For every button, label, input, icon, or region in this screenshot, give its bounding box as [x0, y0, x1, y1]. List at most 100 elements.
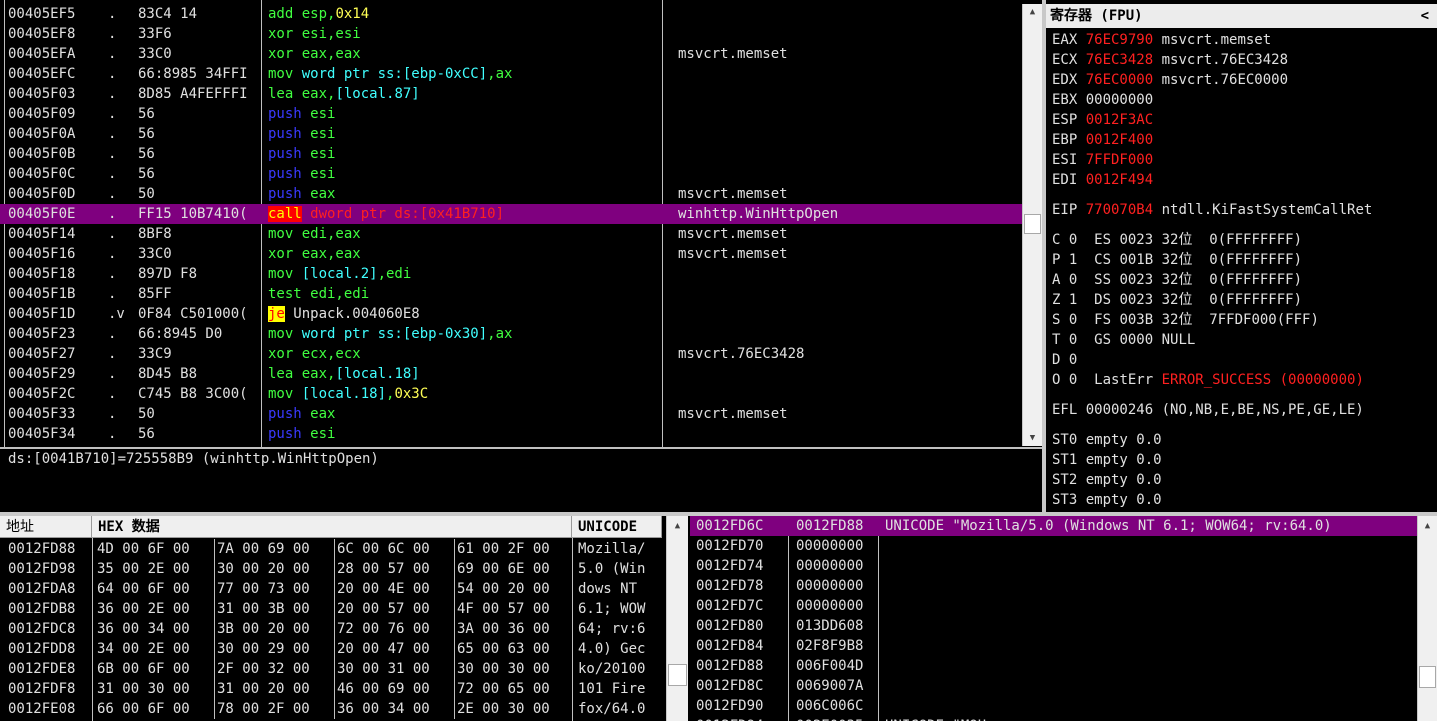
- dump-header-hex[interactable]: HEX 数据: [92, 516, 572, 538]
- disasm-row[interactable]: 00405F33. 50 push eax msvcrt.memset: [0, 404, 1022, 424]
- efl-value[interactable]: EFL 00000246 (NO,NB,E,BE,NS,PE,GE,LE): [1052, 402, 1364, 418]
- flag[interactable]: S 0: [1052, 312, 1077, 328]
- stack-row[interactable]: 0012FD90 006C006C: [690, 696, 1417, 716]
- registers-title: 寄存器 (FPU): [1050, 8, 1143, 24]
- disasm-row[interactable]: 00405EF8. 33F6 xor esi,esi: [0, 24, 1022, 44]
- flag[interactable]: Z 1: [1052, 292, 1077, 308]
- disasm-marker: .: [108, 406, 117, 422]
- register-value[interactable]: 0012F3AC: [1086, 112, 1153, 128]
- scroll-up-arrow-icon[interactable]: ▲: [1023, 4, 1042, 20]
- disasm-row[interactable]: 00405F03. 8D85 A4FEFFFI lea eax,[local.87]: [0, 84, 1022, 104]
- disasm-address: 00405F0A: [8, 126, 76, 142]
- scroll-thumb[interactable]: [1024, 214, 1041, 234]
- dump-row[interactable]: 0012FDF8 31 00 30 00 31 00 20 00 46 00 69 0…: [0, 679, 666, 699]
- stack-row[interactable]: 0012FD80 013DD608: [690, 616, 1417, 636]
- disasm-instruction: xor esi,esi: [268, 24, 361, 44]
- dump-scrollbar[interactable]: ▲: [666, 516, 688, 721]
- dump-row[interactable]: 0012FDA8 64 00 6F 00 77 00 73 00 20 00 4E 0…: [0, 579, 666, 599]
- disasm-row[interactable]: 00405F0E. FF15 10B7410(call dword ptr ds:…: [0, 204, 1022, 224]
- registers-header[interactable]: 寄存器 (FPU) <: [1046, 4, 1437, 28]
- dump-row[interactable]: 0012FE08 66 00 6F 00 78 00 2F 00 36 00 34 0…: [0, 699, 666, 719]
- fpu-register[interactable]: ST0 empty 0.0: [1052, 432, 1162, 448]
- disasm-row[interactable]: 00405F1B. 85FF test edi,edi: [0, 284, 1022, 304]
- stack-row[interactable]: 0012FD8C 0069007A: [690, 676, 1417, 696]
- register-value[interactable]: 00000000: [1086, 92, 1153, 108]
- scroll-down-arrow-icon[interactable]: ▼: [1023, 430, 1042, 446]
- dump-row[interactable]: 0012FD98 35 00 2E 00 30 00 20 00 28 00 57 0…: [0, 559, 666, 579]
- stack-row[interactable]: 0012FD78 00000000: [690, 576, 1417, 596]
- stack-row[interactable]: 0012FD6C 0012FD88 UNICODE "Mozilla/5.0 (Wi…: [690, 516, 1417, 536]
- hex-divider: [334, 579, 335, 599]
- register-value[interactable]: 7FFDF000: [1086, 152, 1153, 168]
- register-value[interactable]: 0012F400: [1086, 132, 1153, 148]
- disassembly-pane[interactable]: 00405EF5. 83C4 14 add esp,0x14 00405EF8. 33F…: [0, 0, 1042, 448]
- instruction-token: push: [268, 406, 311, 422]
- dump-row[interactable]: 0012FD88 4D 00 6F 00 7A 00 69 00 6C 00 6C 0…: [0, 539, 666, 559]
- scroll-up-arrow-icon[interactable]: ▲: [667, 518, 688, 534]
- register-value[interactable]: 76EC9790: [1086, 32, 1153, 48]
- scroll-thumb[interactable]: [1419, 666, 1436, 688]
- stack-row[interactable]: 0012FD74 00000000: [690, 556, 1417, 576]
- register-value[interactable]: 0012F494: [1086, 172, 1153, 188]
- stack-row[interactable]: 0012FD7C 00000000: [690, 596, 1417, 616]
- stack-row[interactable]: 0012FD94 002E0035 UNICODE "MOU: [690, 716, 1417, 721]
- disasm-row[interactable]: 00405F29. 8D45 B8 lea eax,[local.18]: [0, 364, 1022, 384]
- collapse-icon[interactable]: <: [1421, 4, 1429, 28]
- instruction-token: mov edi,eax: [268, 226, 361, 242]
- disasm-row[interactable]: 00405F0A. 56 push esi: [0, 124, 1022, 144]
- dump-row[interactable]: 0012FDC8 36 00 34 00 3B 00 20 00 72 00 76 0…: [0, 619, 666, 639]
- disasm-row[interactable]: 00405EFA. 33C0 xor eax,eax msvcrt.memset: [0, 44, 1022, 64]
- flag[interactable]: P 1: [1052, 252, 1077, 268]
- stack-row[interactable]: 0012FD70 00000000: [690, 536, 1417, 556]
- stack-scrollbar[interactable]: ▲: [1417, 516, 1437, 721]
- flag[interactable]: D 0: [1052, 352, 1077, 368]
- registers-pane[interactable]: 寄存器 (FPU) < EAX 76EC9790 msvcrt.memset EC…: [1046, 4, 1437, 512]
- disasm-address: 00405F0D: [8, 186, 76, 202]
- info-pane[interactable]: ds:[0041B710]=725558B9 (winhttp.WinHttpO…: [0, 449, 1042, 512]
- dump-row[interactable]: 0012FDB8 36 00 2E 00 31 00 3B 00 20 00 57 0…: [0, 599, 666, 619]
- register-value[interactable]: 76EC0000: [1086, 72, 1153, 88]
- hex-divider: [334, 619, 335, 639]
- stack-value: 0012FD88: [796, 518, 864, 534]
- dump-hex-group: 30 00 20 00: [217, 561, 310, 577]
- dump-header-text[interactable]: UNICODE: [572, 516, 662, 538]
- disasm-row[interactable]: 00405EFC. 66:8985 34FFI mov word ptr ss:[e…: [0, 64, 1022, 84]
- dump-row[interactable]: 0012FDD8 34 00 2E 00 30 00 29 00 20 00 47 0…: [0, 639, 666, 659]
- stack-pane[interactable]: 0012FD6C 0012FD88 UNICODE "Mozilla/5.0 (Wi…: [690, 516, 1437, 721]
- register-value[interactable]: 76EC3428: [1086, 52, 1153, 68]
- stack-row[interactable]: 0012FD84 02F8F9B8: [690, 636, 1417, 656]
- scroll-up-arrow-icon[interactable]: ▲: [1418, 518, 1437, 534]
- disasm-row[interactable]: 00405F18. 897D F8 mov [local.2],edi: [0, 264, 1022, 284]
- disasm-row[interactable]: 00405F09. 56 push esi: [0, 104, 1022, 124]
- disasm-row[interactable]: 00405F27. 33C9 xor ecx,ecx msvcrt.76EC3428: [0, 344, 1022, 364]
- dump-hex-group: 72 00 65 00: [457, 681, 550, 697]
- dump-header-address[interactable]: 地址: [0, 516, 92, 538]
- disasm-row[interactable]: 00405F0B. 56 push esi: [0, 144, 1022, 164]
- dump-text: dows NT: [578, 581, 646, 597]
- disasm-row[interactable]: 00405F34. 56 push esi: [0, 424, 1022, 444]
- disasm-comment: msvcrt.memset: [678, 186, 788, 202]
- disasm-row[interactable]: 00405F2C. C745 B8 3C00(mov [local.18],0x3…: [0, 384, 1022, 404]
- register-value[interactable]: 770070B4: [1086, 202, 1153, 218]
- flag[interactable]: A 0: [1052, 272, 1077, 288]
- fpu-register[interactable]: ST3 empty 0.0: [1052, 492, 1162, 508]
- disasm-row[interactable]: 00405F0D. 50 push eax msvcrt.memset: [0, 184, 1022, 204]
- stack-row[interactable]: 0012FD88 006F004D: [690, 656, 1417, 676]
- disasm-row[interactable]: 00405F1D .v 0F84 C501000(je Unpack.004060E…: [0, 304, 1022, 324]
- disasm-row[interactable]: 00405F0C. 56 push esi: [0, 164, 1022, 184]
- scroll-thumb[interactable]: [668, 664, 687, 686]
- disassembly-scrollbar[interactable]: ▲ ▼: [1022, 4, 1042, 446]
- dump-hex-group: 31 00 3B 00: [217, 601, 310, 617]
- instruction-token: word ptr ss:[ebp-0xCC]: [301, 66, 488, 82]
- disasm-row[interactable]: 00405F14. 8BF8 mov edi,eax msvcrt.memset: [0, 224, 1022, 244]
- disasm-row[interactable]: 00405EF5. 83C4 14 add esp,0x14: [0, 4, 1022, 24]
- memory-dump-pane[interactable]: 地址 HEX 数据 UNICODE 0012FD88 4D 00 6F 00 7A …: [0, 516, 688, 721]
- dump-hex-group: 65 00 63 00: [457, 641, 550, 657]
- flag[interactable]: T 0: [1052, 332, 1077, 348]
- dump-row[interactable]: 0012FDE8 6B 00 6F 00 2F 00 32 00 30 00 31 0…: [0, 659, 666, 679]
- flag[interactable]: C 0: [1052, 232, 1077, 248]
- disasm-row[interactable]: 00405F16. 33C0 xor eax,eax msvcrt.memset: [0, 244, 1022, 264]
- fpu-register[interactable]: ST2 empty 0.0: [1052, 472, 1162, 488]
- fpu-register[interactable]: ST1 empty 0.0: [1052, 452, 1162, 468]
- disasm-row[interactable]: 00405F23. 66:8945 D0 mov word ptr ss:[ebp-…: [0, 324, 1022, 344]
